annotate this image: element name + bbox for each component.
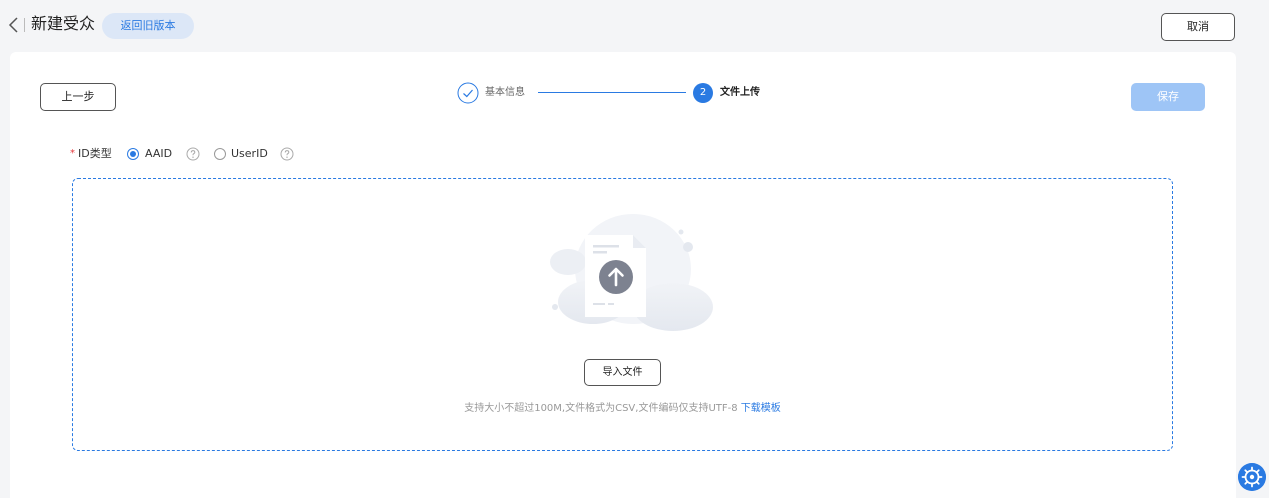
check-circle-icon <box>457 82 479 104</box>
file-dropzone[interactable]: 导入文件 支持大小不超过100M,文件格式为CSV,文件编码仅支持UTF-8 下… <box>72 178 1173 451</box>
upload-illustration-icon <box>550 214 713 331</box>
back-to-old-version-button[interactable]: 返回旧版本 <box>102 13 194 39</box>
step-2-number: 2 <box>693 83 713 103</box>
right-gutter <box>1236 0 1269 498</box>
download-template-link[interactable]: 下载模板 <box>741 403 781 414</box>
id-type-label: ID类型 <box>78 147 112 160</box>
required-mark: * <box>70 148 75 159</box>
import-file-button[interactable]: 导入文件 <box>584 359 661 386</box>
radio-aaid[interactable] <box>127 148 139 160</box>
header-divider <box>24 18 25 32</box>
main-card: 上一步 基本信息 2 文件上传 保存 * ID类型 AAID UserID 导入… <box>10 52 1236 498</box>
save-button[interactable]: 保存 <box>1131 83 1205 111</box>
page-title: 新建受众 <box>31 14 96 33</box>
radio-userid[interactable] <box>214 148 226 160</box>
radio-userid-label[interactable]: UserID <box>231 145 268 163</box>
question-circle-icon[interactable] <box>186 147 200 161</box>
header-bar: 新建受众 返回旧版本 取消 <box>0 0 1269 52</box>
step-2-label: 文件上传 <box>720 87 760 98</box>
step-1-label: 基本信息 <box>485 87 525 98</box>
gear-icon[interactable] <box>1238 463 1266 491</box>
upload-hint-text: 支持大小不超过100M,文件格式为CSV,文件编码仅支持UTF-8 <box>464 403 738 414</box>
previous-step-button[interactable]: 上一步 <box>40 83 116 111</box>
radio-aaid-label[interactable]: AAID <box>145 145 172 163</box>
question-circle-icon[interactable] <box>280 147 294 161</box>
upload-hint: 支持大小不超过100M,文件格式为CSV,文件编码仅支持UTF-8 下载模板 <box>73 402 1172 416</box>
chevron-left-icon[interactable] <box>6 15 22 35</box>
step-connector <box>538 92 686 93</box>
cancel-button[interactable]: 取消 <box>1161 13 1235 41</box>
